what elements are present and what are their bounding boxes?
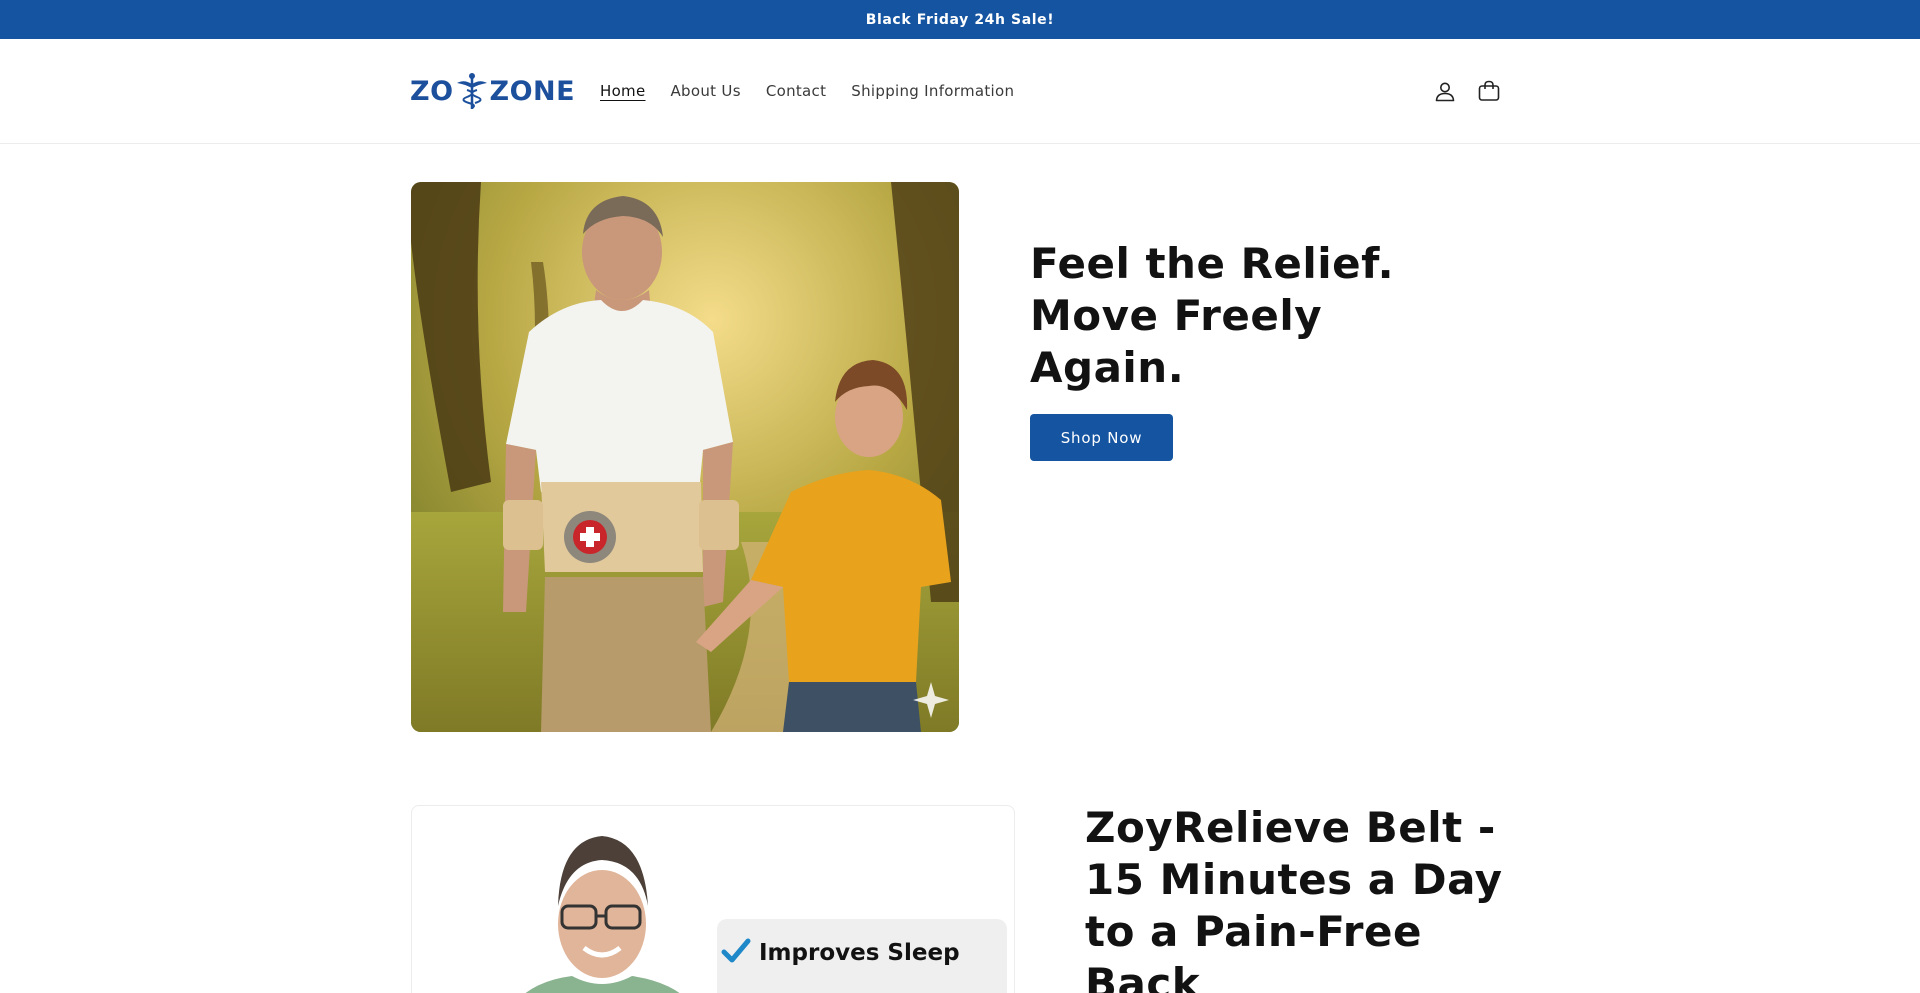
nav-about-us[interactable]: About Us <box>671 82 741 100</box>
cart-icon[interactable] <box>1476 78 1502 104</box>
main-nav: Home About Us Contact Shipping Informati… <box>600 82 1014 100</box>
site-header: ZO ZONE Home About Us Contact Shipping I… <box>0 39 1920 144</box>
nav-shipping-information[interactable]: Shipping Information <box>851 82 1014 100</box>
logo-text-right: ZONE <box>489 75 576 107</box>
logo-text-left: ZO <box>410 75 454 107</box>
product-title: ZoyRelieve Belt - 15 Minutes a Day to a … <box>1085 803 1503 993</box>
shop-now-button[interactable]: Shop Now <box>1030 414 1173 461</box>
nav-contact[interactable]: Contact <box>766 82 826 100</box>
announcement-text: Black Friday 24h Sale! <box>865 11 1055 28</box>
header-icons <box>1432 78 1502 104</box>
hero-text: Feel the Relief. Move Freely Again. Shop… <box>1030 238 1490 461</box>
nav-home[interactable]: Home <box>600 82 646 100</box>
hero-title: Feel the Relief. Move Freely Again. <box>1030 238 1490 394</box>
benefits-box: Improves Sleep <box>717 919 1007 993</box>
hero-title-line-2: Move Freely Again. <box>1030 291 1323 392</box>
benefit-item: Improves Sleep <box>721 937 960 969</box>
caduceus-icon <box>455 71 489 111</box>
checkmark-icon <box>721 937 751 969</box>
product-image-card: Improves Sleep <box>411 805 1015 993</box>
announcement-bar: Black Friday 24h Sale! <box>0 0 1920 39</box>
benefit-text: Improves Sleep <box>759 940 960 966</box>
brand-logo[interactable]: ZO ZONE <box>410 71 575 111</box>
hero-title-line-1: Feel the Relief. <box>1030 239 1395 288</box>
account-icon[interactable] <box>1432 78 1458 104</box>
hero-image <box>411 182 959 732</box>
